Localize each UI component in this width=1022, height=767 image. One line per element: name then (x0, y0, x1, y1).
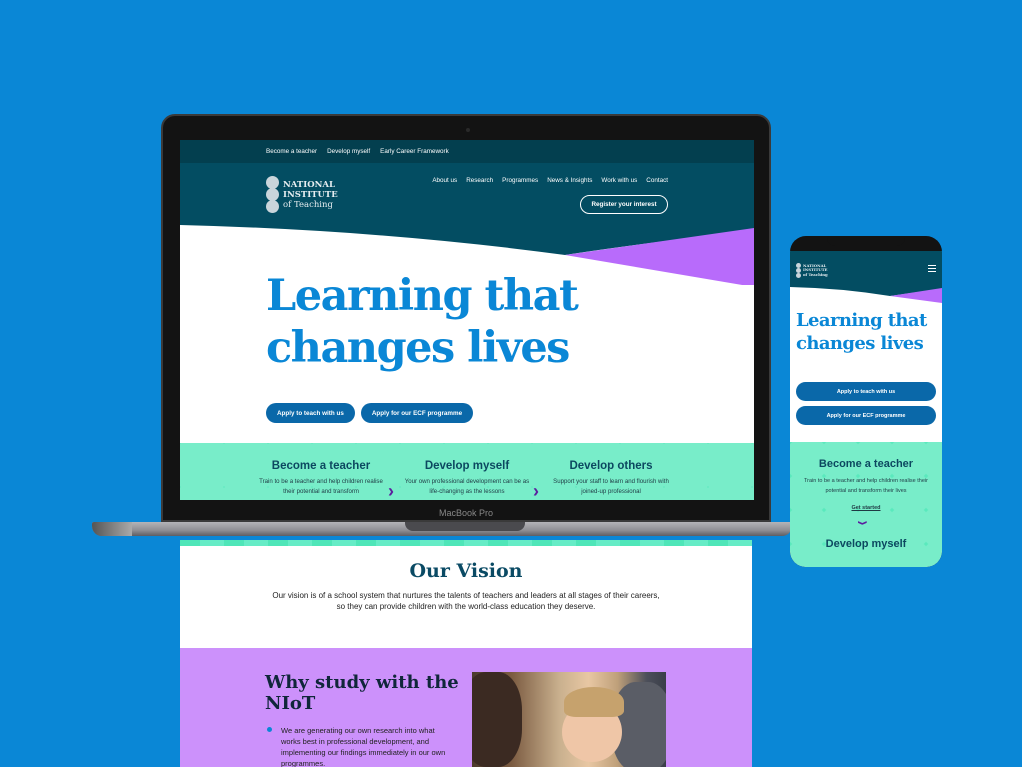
mobile-next-card-title: Develop myself (825, 538, 907, 550)
card-become-teacher[interactable]: Become a teacher Train to be a teacher a… (256, 460, 386, 497)
niot-logo-mobile[interactable]: NATIONAL INSTITUTE of Teaching (796, 263, 828, 278)
vision-line-1: Our vision is of a school system that nu… (272, 591, 660, 600)
menu-icon[interactable] (928, 265, 936, 274)
laptop-base (92, 522, 792, 536)
mobile-apply-ecf-button[interactable]: Apply for our ECF programme (796, 406, 936, 425)
top-link-become-teacher[interactable]: Become a teacher (266, 148, 317, 155)
main-navigation: NATIONAL INSTITUTE of Teaching About us … (180, 163, 754, 225)
vision-section: Our Vision Our vision is of a school sys… (180, 560, 752, 612)
apply-teach-button[interactable]: Apply to teach with us (266, 403, 355, 423)
card-text: Your own professional development can be… (404, 478, 530, 495)
logo-line-3: of Teaching (283, 200, 333, 210)
mobile-apply-teach-button[interactable]: Apply to teach with us (796, 382, 936, 401)
top-link-develop-myself[interactable]: Develop myself (327, 148, 370, 155)
logo-text: NATIONAL INSTITUTE of Teaching (283, 180, 338, 210)
mobile-website: NATIONAL INSTITUTE of Teaching Learning … (790, 251, 942, 567)
photo-adult (472, 672, 522, 767)
camera-icon (466, 128, 470, 132)
laptop-label: MacBook Pro (438, 508, 494, 518)
card-text: Train to be a teacher and help children … (259, 478, 383, 495)
vision-text: Our vision is of a school system that nu… (180, 590, 752, 612)
chevron-right-icon[interactable]: › (533, 481, 539, 500)
mobile-hero: Learning that changes lives Apply to teac… (790, 287, 942, 442)
mobile-hero-title: Learning that changes lives (796, 309, 927, 355)
card-develop-others[interactable]: Develop others Support your staff to lea… (546, 460, 676, 497)
teacher-child-photo (472, 672, 666, 767)
why-bullet: We are generating our own research into … (265, 725, 455, 767)
why-section: Why study with the NIoT We are generatin… (180, 648, 752, 767)
card-title: Become a teacher (271, 460, 371, 472)
hero-title-line-2: changes lives (266, 323, 570, 373)
logo-line-1: NATIONAL (283, 180, 335, 190)
card-develop-myself[interactable]: Develop myself Your own professional dev… (402, 460, 532, 497)
hero-buttons: Apply to teach with us Apply for our ECF… (266, 403, 474, 423)
niot-logo[interactable]: NATIONAL INSTITUTE of Teaching (266, 176, 338, 213)
logo-text: NATIONAL INSTITUTE of Teaching (803, 263, 828, 278)
card-title: Develop myself (424, 460, 510, 472)
logo-line-2: INSTITUTE (283, 190, 338, 200)
photo-child-hair (564, 687, 624, 717)
laptop-notch (405, 522, 525, 531)
mobile-hero-wave (790, 287, 942, 303)
phone-mockup: NATIONAL INSTITUTE of Teaching Learning … (790, 236, 942, 567)
top-link-ecf[interactable]: Early Career Framework (380, 148, 449, 155)
hero-section: Learning that changes lives Apply to teac… (180, 225, 754, 443)
nav-about-us[interactable]: About us (432, 177, 457, 184)
hero-title-line-1: Learning that (796, 310, 927, 331)
nav-links: About us Research Programmes News & Insi… (432, 177, 668, 184)
chevron-right-icon[interactable]: › (388, 481, 394, 500)
vision-title: Our Vision (409, 560, 523, 582)
nav-programmes[interactable]: Programmes (502, 177, 538, 184)
desktop-website: Become a teacher Develop myself Early Ca… (180, 140, 754, 500)
hero-title: Learning that changes lives (266, 270, 579, 374)
mint-pattern-strip (180, 540, 752, 546)
logo-circles-icon (266, 176, 279, 213)
hero-title-line-1: Learning that (266, 271, 579, 321)
logo-line-3: of Teaching (803, 271, 828, 277)
nav-contact[interactable]: Contact (646, 177, 668, 184)
laptop-mockup: Become a teacher Develop myself Early Ca… (161, 114, 771, 522)
why-title: Why study with the NIoT (265, 672, 459, 714)
vision-line-2: so they can provide children with the wo… (336, 602, 596, 611)
page-continuation: Our Vision Our vision is of a school sys… (180, 540, 752, 767)
card-text: Support your staff to learn and flourish… (553, 478, 669, 495)
pathways-section: Become a teacher Train to be a teacher a… (180, 443, 754, 500)
phone-notch (827, 236, 905, 246)
top-utility-bar: Become a teacher Develop myself Early Ca… (180, 140, 754, 163)
apply-ecf-button[interactable]: Apply for our ECF programme (360, 403, 474, 423)
mobile-header: NATIONAL INSTITUTE of Teaching (790, 251, 942, 287)
card-title: Develop others (569, 460, 653, 472)
hero-title-line-2: changes lives (796, 333, 924, 354)
nav-work-with-us[interactable]: Work with us (601, 177, 637, 184)
logo-circles-icon (796, 263, 801, 278)
register-interest-button[interactable]: Register your interest (580, 195, 668, 214)
mobile-pathways: Become a teacher Train to be a teacher a… (790, 442, 942, 567)
nav-news-insights[interactable]: News & Insights (547, 177, 592, 184)
nav-research[interactable]: Research (466, 177, 493, 184)
